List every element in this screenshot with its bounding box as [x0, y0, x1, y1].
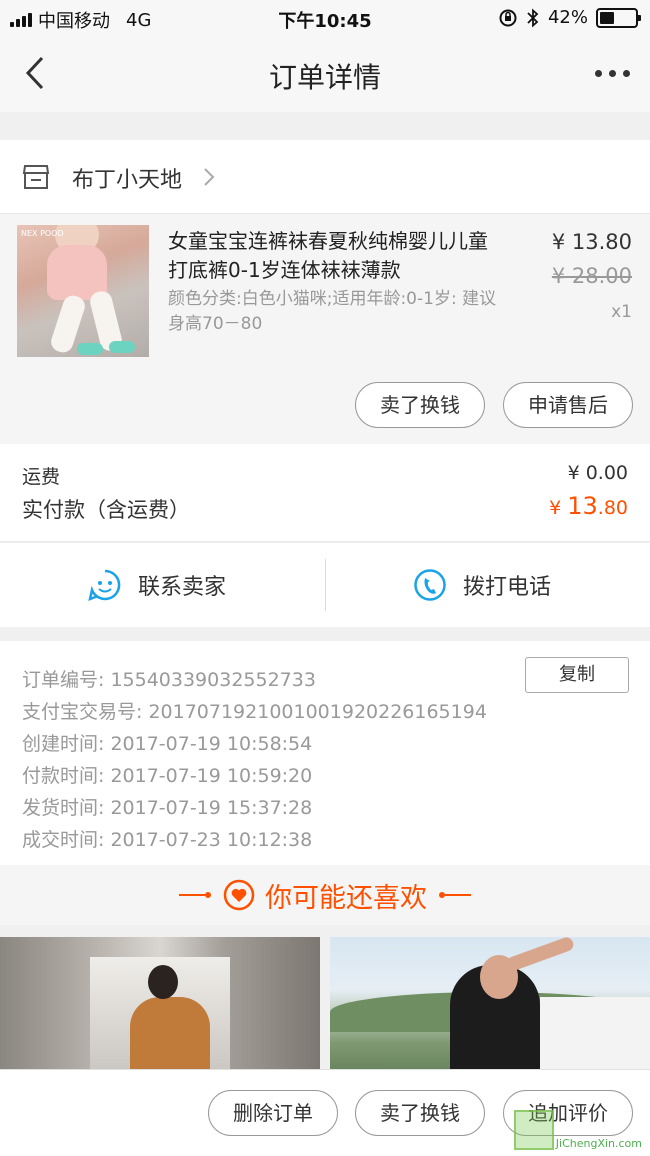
shop-icon — [22, 165, 50, 189]
sell-button[interactable]: 卖了换钱 — [355, 382, 485, 428]
more-icon[interactable] — [595, 70, 630, 77]
shipped-time: 发货时间: 2017-07-19 15:37:28 — [22, 797, 313, 819]
rotation-lock-icon — [499, 9, 517, 26]
bottom-action-bar: 删除订单 卖了换钱 追加评价 JiChengXin.com — [0, 1069, 650, 1156]
shipping-value: ¥ 0.00 — [567, 462, 628, 484]
product-quantity: x1 — [611, 302, 632, 322]
watermark: JiChengXin.com — [513, 1110, 642, 1150]
bottom-sell-button[interactable]: 卖了换钱 — [355, 1090, 485, 1136]
call-button[interactable]: 拨打电话 — [413, 543, 551, 627]
currency-symbol: ¥ — [549, 497, 568, 519]
recommended-product-1[interactable] — [0, 937, 320, 1069]
paid-integer: 13 — [567, 492, 598, 520]
shop-name[interactable]: 布丁小天地 — [72, 162, 182, 194]
battery-percent: 42% — [547, 7, 588, 28]
product-price: ¥ 13.80 — [551, 230, 632, 254]
recommended-product-2[interactable] — [330, 937, 650, 1069]
alipay-number: 支付宝交易号: 2017071921001001920226165194 — [22, 701, 487, 723]
recommend-header: 你可能还喜欢 — [0, 865, 650, 925]
decor-line-left — [179, 894, 205, 896]
paid-decimal: .80 — [597, 497, 628, 519]
battery-icon — [596, 7, 641, 28]
page-title: 订单详情 — [268, 61, 381, 94]
contact-section: 联系卖家 拨打电话 — [0, 543, 650, 627]
product-original-price: ¥ 28.00 — [551, 264, 632, 288]
paid-amount: ¥ 13.80 — [549, 492, 628, 520]
phone-icon — [414, 569, 446, 601]
watermark-text: JiChengXin.com — [555, 1137, 642, 1150]
decor-line-right — [445, 894, 471, 896]
recommend-title: 你可能还喜欢 — [265, 882, 427, 914]
after-sale-button[interactable]: 申请售后 — [503, 382, 633, 428]
product-title[interactable]: 女童宝宝连裤袜春夏秋纯棉婴儿儿童打底裤0-1岁连体袜袜薄款 — [168, 227, 498, 285]
contact-seller-label: 联系卖家 — [138, 575, 227, 600]
order-number: 订单编号: 15540339032552733 — [22, 669, 316, 691]
product-item[interactable]: NEX POOD 女童宝宝连裤袜春夏秋纯棉婴儿儿童打底裤0-1岁连体袜袜薄款 颜… — [0, 214, 650, 444]
delete-order-button[interactable]: 删除订单 — [208, 1090, 338, 1136]
decor-dot-left — [205, 892, 211, 898]
heart-icon — [223, 879, 255, 911]
contact-seller-button[interactable]: 联系卖家 — [88, 543, 226, 627]
nav-bar: 订单详情 — [0, 38, 650, 112]
shop-row[interactable]: 布丁小天地 — [0, 140, 650, 214]
watermark-logo — [513, 1110, 554, 1150]
product-thumbnail[interactable]: NEX POOD — [17, 225, 149, 357]
paid-label: 实付款（含运费） — [22, 498, 190, 522]
chevron-right-icon — [204, 168, 215, 186]
divider — [325, 559, 326, 611]
chat-face-icon — [88, 569, 121, 601]
thumbnail-tag: NEX POOD — [21, 229, 64, 238]
order-info-section: 订单编号: 15540339032552733 支付宝交易号: 20170719… — [0, 641, 650, 865]
paid-time: 付款时间: 2017-07-19 10:59:20 — [22, 765, 313, 787]
created-time: 创建时间: 2017-07-19 10:58:54 — [22, 733, 313, 755]
shipping-label: 运费 — [22, 466, 61, 488]
bluetooth-icon — [527, 8, 539, 27]
fees-section: 运费 ¥ 0.00 实付款（含运费） ¥ 13.80 — [0, 444, 650, 542]
status-bar: 中国移动 4G 下午10:45 42% — [0, 0, 650, 38]
product-spec: 颜色分类:白色小猫咪;适用年龄:0-1岁: 建议身高70－80 — [168, 289, 497, 334]
call-label: 拨打电话 — [463, 575, 552, 600]
copy-button[interactable]: 复制 — [525, 657, 629, 693]
completed-time: 成交时间: 2017-07-23 10:12:38 — [22, 829, 313, 851]
